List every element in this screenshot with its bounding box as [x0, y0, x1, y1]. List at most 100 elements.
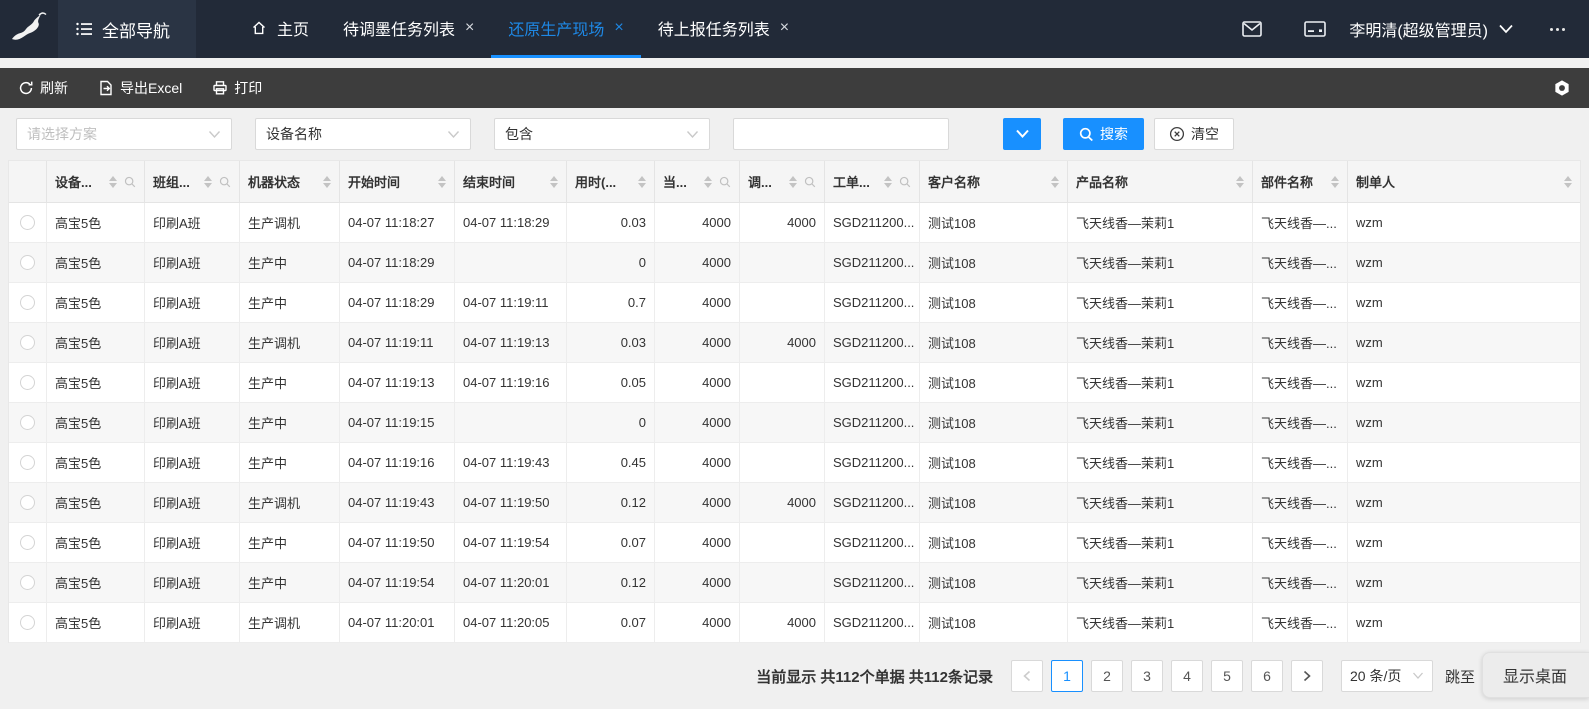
sort-icon[interactable] [789, 176, 797, 188]
column-search-icon[interactable] [899, 176, 911, 188]
table-row[interactable]: 高宝5色印刷A班生产中04-07 11:18:2904-07 11:19:110… [9, 283, 1580, 323]
table-row[interactable]: 高宝5色印刷A班生产中04-07 11:19:1504000SGD211200.… [9, 403, 1580, 443]
page-size-select[interactable]: 20 条/页 [1341, 660, 1433, 692]
header-cell-team[interactable]: 班组... [145, 161, 240, 202]
header-cell-end[interactable]: 结束时间 [455, 161, 567, 202]
sort-icon[interactable] [109, 176, 117, 188]
row-radio[interactable] [20, 215, 35, 230]
scheme-select[interactable]: 请选择方案 [16, 118, 232, 150]
page-button-6[interactable]: 6 [1251, 660, 1283, 692]
sort-icon[interactable] [323, 176, 331, 188]
sort-icon[interactable] [1051, 176, 1059, 188]
table-row[interactable]: 高宝5色印刷A班生产中04-07 11:18:2904000SGD211200.… [9, 243, 1580, 283]
prev-page-button[interactable] [1011, 660, 1043, 692]
message-panel-icon[interactable] [1283, 0, 1347, 58]
page-button-2[interactable]: 2 [1091, 660, 1123, 692]
table-row[interactable]: 高宝5色印刷A班生产中04-07 11:19:1604-07 11:19:430… [9, 443, 1580, 483]
sort-icon[interactable] [1236, 176, 1244, 188]
header-cell-status[interactable]: 机器状态 [240, 161, 340, 202]
tab-close-icon[interactable]: × [614, 20, 623, 36]
field-select[interactable]: 设备名称 [255, 118, 471, 150]
tab-pending-ink-tasks[interactable]: 待调墨任务列表 × [326, 0, 491, 58]
row-radio[interactable] [20, 415, 35, 430]
table-row[interactable]: 高宝5色印刷A班生产中04-07 11:19:1304-07 11:19:160… [9, 363, 1580, 403]
cell-customer: 测试108 [920, 243, 1068, 283]
header-cell-start[interactable]: 开始时间 [340, 161, 455, 202]
column-search-icon[interactable] [219, 176, 231, 188]
sort-icon[interactable] [438, 176, 446, 188]
cell-status: 生产调机 [240, 203, 340, 243]
chevron-down-icon [1498, 24, 1514, 34]
sort-icon[interactable] [1331, 176, 1339, 188]
print-button[interactable]: 打印 [212, 78, 262, 98]
tab-restore-production-active[interactable]: 还原生产现场 × [491, 0, 640, 58]
header-cell-part[interactable]: 部件名称 [1253, 161, 1348, 202]
chevron-down-icon [686, 130, 699, 139]
user-menu[interactable]: 李明清(超级管理员) [1349, 17, 1514, 41]
column-search-icon[interactable] [804, 176, 816, 188]
tab-home[interactable]: 主页 [234, 0, 326, 58]
next-page-button[interactable] [1291, 660, 1323, 692]
tab-pending-report-tasks[interactable]: 待上报任务列表 × [641, 0, 806, 58]
settings-gear-icon[interactable] [1553, 79, 1571, 97]
table-row[interactable]: 高宝5色印刷A班生产调机04-07 11:18:2704-07 11:18:29… [9, 203, 1580, 243]
sort-icon[interactable] [1564, 176, 1572, 188]
row-radio[interactable] [20, 255, 35, 270]
header-cell-hours[interactable]: 用时(... [567, 161, 655, 202]
row-radio[interactable] [20, 615, 35, 630]
search-button[interactable]: 搜索 [1063, 118, 1144, 150]
cell-device: 高宝5色 [47, 443, 145, 483]
sort-icon[interactable] [884, 176, 892, 188]
cell-part: 飞天线香—... [1253, 603, 1348, 643]
row-radio[interactable] [20, 455, 35, 470]
row-radio[interactable] [20, 535, 35, 550]
row-radio[interactable] [20, 575, 35, 590]
sort-icon[interactable] [638, 176, 646, 188]
header-cell-product[interactable]: 产品名称 [1068, 161, 1253, 202]
page-button-3[interactable]: 3 [1131, 660, 1163, 692]
page-button-4[interactable]: 4 [1171, 660, 1203, 692]
cell-order: SGD211200... [825, 243, 920, 283]
header-cell-device[interactable]: 设备... [47, 161, 145, 202]
header-cell-current[interactable]: 当... [655, 161, 740, 202]
cell-status: 生产调机 [240, 323, 340, 363]
table-row[interactable]: 高宝5色印刷A班生产调机04-07 11:19:4304-07 11:19:50… [9, 483, 1580, 523]
cell-hours: 0.03 [567, 203, 655, 243]
sort-icon[interactable] [704, 176, 712, 188]
row-radio[interactable] [20, 495, 35, 510]
table-row[interactable]: 高宝5色印刷A班生产调机04-07 11:20:0104-07 11:20:05… [9, 603, 1580, 643]
header-cell-adjust[interactable]: 调... [740, 161, 825, 202]
operator-select[interactable]: 包含 [494, 118, 710, 150]
user-name: 李明清(超级管理员) [1349, 17, 1488, 41]
header-cell-maker[interactable]: 制单人 [1348, 161, 1580, 202]
mail-icon[interactable] [1221, 0, 1283, 58]
column-search-icon[interactable] [124, 176, 136, 188]
table-row[interactable]: 高宝5色印刷A班生产调机04-07 11:19:1104-07 11:19:13… [9, 323, 1580, 363]
cell-sel [9, 483, 47, 523]
table-row[interactable]: 高宝5色印刷A班生产中04-07 11:19:5404-07 11:20:010… [9, 563, 1580, 603]
show-desktop-button[interactable]: 显示桌面 [1482, 652, 1589, 698]
page-button-1[interactable]: 1 [1051, 660, 1083, 692]
keyword-input[interactable] [733, 118, 949, 150]
refresh-button[interactable]: 刷新 [18, 78, 68, 98]
clear-button[interactable]: 清空 [1154, 118, 1234, 150]
more-icon[interactable] [1548, 22, 1567, 37]
filter-bar: 请选择方案 设备名称 包含 搜索 清空 [0, 108, 1589, 160]
header-label: 当... [663, 172, 687, 191]
sort-icon[interactable] [550, 176, 558, 188]
column-search-icon[interactable] [719, 176, 731, 188]
expand-filters-button[interactable] [1003, 118, 1041, 150]
sort-icon[interactable] [204, 176, 212, 188]
table-row[interactable]: 高宝5色印刷A班生产中04-07 11:19:5004-07 11:19:540… [9, 523, 1580, 563]
page-button-5[interactable]: 5 [1211, 660, 1243, 692]
tab-close-icon[interactable]: × [780, 20, 789, 36]
row-radio[interactable] [20, 375, 35, 390]
row-radio[interactable] [20, 335, 35, 350]
export-excel-button[interactable]: 导出Excel [98, 78, 182, 98]
cell-start: 04-07 11:19:15 [340, 403, 455, 443]
header-cell-order[interactable]: 工单... [825, 161, 920, 202]
row-radio[interactable] [20, 295, 35, 310]
all-navigation-button[interactable]: 全部导航 [58, 0, 196, 58]
tab-close-icon[interactable]: × [465, 20, 474, 36]
header-cell-customer[interactable]: 客户名称 [920, 161, 1068, 202]
